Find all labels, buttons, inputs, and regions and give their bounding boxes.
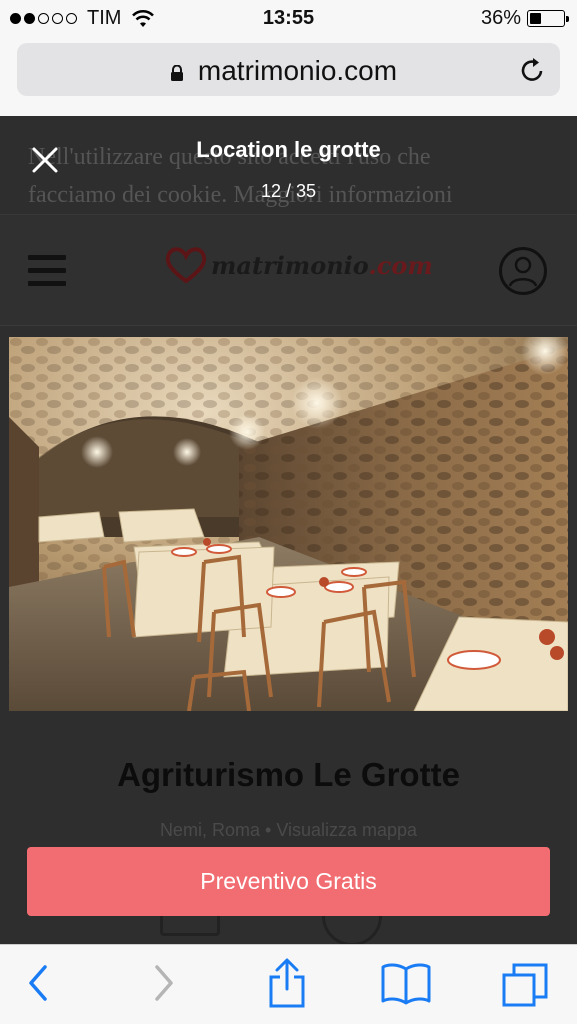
address-bar[interactable]: matrimonio.com — [17, 43, 560, 96]
status-bar: TIM 13:55 36% — [0, 0, 577, 38]
forward-icon — [155, 965, 173, 1001]
heart-logo-icon — [165, 247, 207, 284]
status-right: 36% — [480, 7, 569, 30]
reload-icon[interactable] — [520, 56, 546, 84]
venue-title: Agriturismo Le Grotte — [117, 756, 460, 793]
user-account-icon[interactable] — [499, 247, 547, 295]
browser-toolbar — [0, 944, 577, 1024]
browser-chrome: matrimonio.com — [0, 38, 577, 116]
battery-icon — [527, 10, 569, 27]
map-link[interactable]: Visualizza mappa — [276, 820, 417, 840]
gallery-photo[interactable] — [9, 337, 568, 711]
battery-percent: 36% — [480, 7, 521, 29]
site-header: matrimonio.com — [0, 214, 577, 326]
tabs-icon[interactable] — [500, 961, 550, 1011]
venue-subtitle: Nemi, Roma • Visualizza mappa — [0, 820, 577, 841]
url-text: matrimonio.com — [197, 55, 398, 86]
gallery-counter: 12 / 35 — [260, 181, 317, 201]
venue-location: Nemi, Roma — [159, 820, 260, 840]
menu-icon[interactable] — [28, 255, 66, 294]
logo-suffix: .com — [368, 250, 433, 280]
gallery-title: Location le grotte — [196, 137, 381, 162]
share-icon[interactable] — [265, 957, 309, 1009]
back-icon[interactable] — [26, 963, 50, 1003]
venue-separator: • — [264, 820, 272, 840]
logo-text: matrimonio — [211, 250, 369, 280]
free-quote-button[interactable]: Preventivo Gratis — [27, 847, 550, 916]
bookmarks-icon[interactable] — [380, 961, 432, 1005]
site-logo[interactable]: matrimonio.com — [163, 245, 433, 285]
